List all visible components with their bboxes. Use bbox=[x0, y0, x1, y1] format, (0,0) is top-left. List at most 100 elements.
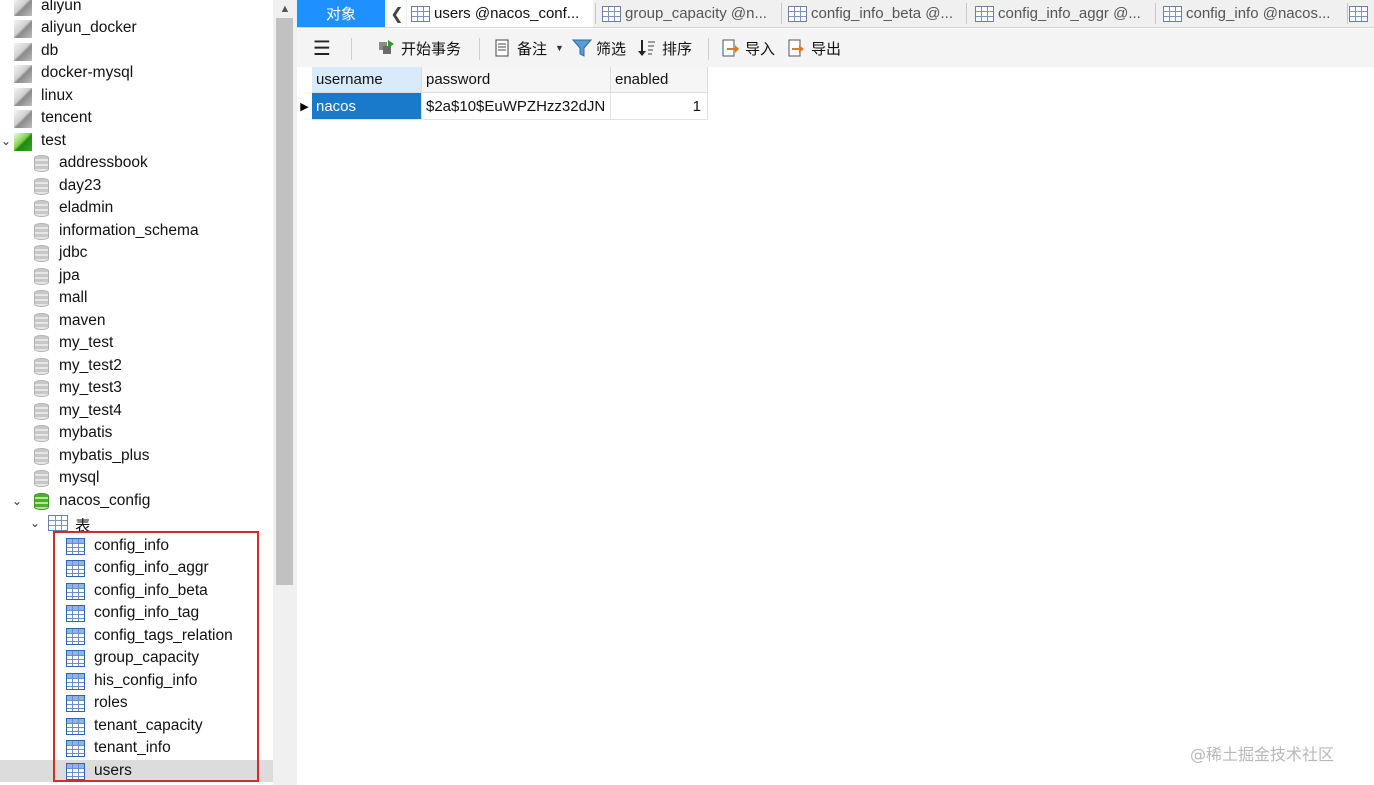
chevron-down-icon[interactable]: ▼ bbox=[555, 43, 564, 53]
column-header-enabled[interactable]: enabled bbox=[611, 67, 708, 93]
database-mybatis_plus[interactable]: mybatis_plus bbox=[0, 445, 273, 468]
table-icon bbox=[66, 717, 85, 735]
table-config_tags_relation[interactable]: config_tags_relation bbox=[0, 625, 273, 648]
table-icon bbox=[66, 627, 85, 645]
chevron-left-icon[interactable]: ❮ bbox=[388, 0, 406, 27]
tab-2[interactable]: group_capacity @n... bbox=[598, 0, 779, 27]
tab-bar: 对象 ❮ users @nacos_conf... group_capacity … bbox=[297, 0, 1374, 28]
import-button[interactable]: 导入 bbox=[721, 29, 775, 67]
data-grid[interactable]: username password enabled ▶ nacos $2a$10… bbox=[297, 67, 1374, 785]
database-icon bbox=[34, 267, 49, 285]
database-jdbc[interactable]: jdbc bbox=[0, 242, 273, 265]
scrollbar-thumb[interactable] bbox=[276, 18, 293, 585]
navigation-tree[interactable]: aliyun aliyun_docker db docker-mysql linux te… bbox=[0, 0, 273, 785]
cell-password[interactable]: $2a$10$EuWPZHzz32dJN bbox=[422, 93, 611, 120]
transaction-icon bbox=[377, 39, 395, 57]
database-mybatis[interactable]: mybatis bbox=[0, 422, 273, 445]
cell-enabled[interactable]: 1 bbox=[611, 93, 708, 120]
tab-4[interactable]: config_info_aggr @... bbox=[971, 0, 1153, 27]
export-button[interactable]: 导出 bbox=[787, 29, 841, 67]
tab-3[interactable]: config_info_beta @... bbox=[784, 0, 964, 27]
tables-folder[interactable]: ⌄ 表 bbox=[0, 512, 273, 535]
database-my_test[interactable]: my_test bbox=[0, 332, 273, 355]
current-row-marker-icon: ▶ bbox=[300, 101, 309, 113]
connection-aliyun[interactable]: aliyun bbox=[0, 0, 273, 17]
database-addressbook[interactable]: addressbook bbox=[0, 152, 273, 175]
tab-divider bbox=[595, 3, 596, 24]
table-config_info[interactable]: config_info bbox=[0, 535, 273, 558]
table-tenant_capacity[interactable]: tenant_capacity bbox=[0, 715, 273, 738]
connection-icon bbox=[14, 132, 32, 151]
watermark: @稀土掘金技术社区 bbox=[1190, 745, 1335, 764]
database-my_test3[interactable]: my_test3 bbox=[0, 377, 273, 400]
table-config_info_beta[interactable]: config_info_beta bbox=[0, 580, 273, 603]
chevron-down-icon[interactable]: ⌄ bbox=[29, 516, 41, 530]
database-icon bbox=[34, 357, 49, 375]
tab-overflow[interactable] bbox=[1349, 0, 1374, 27]
cell-username[interactable]: nacos bbox=[312, 93, 422, 120]
chevron-down-icon[interactable]: ⌄ bbox=[11, 494, 23, 508]
filter-button[interactable]: 筛选 bbox=[571, 29, 627, 67]
database-my_test2[interactable]: my_test2 bbox=[0, 355, 273, 378]
table-users[interactable]: users bbox=[0, 759, 273, 782]
database-eladmin[interactable]: eladmin bbox=[0, 197, 273, 220]
tab-5[interactable]: config_info @nacos... bbox=[1159, 0, 1345, 27]
table-his_config_info[interactable]: his_config_info bbox=[0, 670, 273, 693]
column-header-password[interactable]: password bbox=[422, 67, 611, 93]
tab-divider bbox=[781, 3, 782, 24]
connection-aliyun_docker[interactable]: aliyun_docker bbox=[0, 17, 273, 40]
tree-item-label: his_config_info bbox=[94, 671, 198, 689]
begin-transaction-button[interactable]: 开始事务 bbox=[377, 29, 461, 67]
tree-item-label: users bbox=[94, 761, 132, 779]
database-maven[interactable]: maven bbox=[0, 310, 273, 333]
connection-db[interactable]: db bbox=[0, 40, 273, 63]
tab-1[interactable]: users @nacos_conf... bbox=[407, 0, 593, 27]
database-icon bbox=[34, 335, 49, 352]
tree-item-label: my_test3 bbox=[59, 379, 122, 396]
begin-transaction-label: 开始事务 bbox=[401, 40, 462, 58]
database-nacos_config[interactable]: ⌄ nacos_config bbox=[0, 490, 273, 513]
table-icon bbox=[602, 5, 621, 22]
filter-icon bbox=[571, 39, 593, 57]
tab-divider bbox=[966, 3, 967, 24]
table-config_info_tag[interactable]: config_info_tag bbox=[0, 602, 273, 625]
tree-scrollbar[interactable]: ▲ bbox=[273, 0, 297, 785]
column-header-username[interactable]: username bbox=[312, 67, 422, 93]
tree-item-label: config_tags_relation bbox=[94, 626, 233, 644]
database-mysql[interactable]: mysql bbox=[0, 467, 273, 490]
toolbar-divider bbox=[479, 38, 480, 60]
database-icon bbox=[34, 492, 49, 510]
tree-item-label: config_info bbox=[94, 536, 169, 554]
database-my_test4[interactable]: my_test4 bbox=[0, 400, 273, 423]
table-group_capacity[interactable]: group_capacity bbox=[0, 647, 273, 670]
connection-test[interactable]: ⌄ test bbox=[0, 130, 273, 153]
database-jpa[interactable]: jpa bbox=[0, 265, 273, 288]
database-mall[interactable]: mall bbox=[0, 287, 273, 310]
tree-item-label: aliyun_docker bbox=[41, 19, 137, 36]
table-tenant_info[interactable]: tenant_info bbox=[0, 737, 273, 760]
tree-item-label: addressbook bbox=[59, 154, 148, 171]
tree-item-label: group_capacity bbox=[94, 649, 200, 666]
database-information_schema[interactable]: information_schema bbox=[0, 220, 273, 243]
sort-icon bbox=[638, 39, 656, 57]
table-roles[interactable]: roles bbox=[0, 692, 273, 715]
scroll-up-icon[interactable]: ▲ bbox=[273, 0, 297, 18]
connection-docker-mysql[interactable]: docker-mysql bbox=[0, 62, 273, 85]
database-icon bbox=[34, 245, 49, 262]
tree-item-label: mall bbox=[59, 289, 88, 306]
tab-objects[interactable]: 对象 bbox=[297, 0, 385, 27]
table-icon bbox=[975, 5, 994, 22]
connection-linux[interactable]: linux bbox=[0, 85, 273, 108]
tree-item-label: test bbox=[41, 131, 66, 149]
tree-item-label: tenant_capacity bbox=[94, 716, 203, 734]
table-config_info_aggr[interactable]: config_info_aggr bbox=[0, 557, 273, 580]
database-icon bbox=[34, 222, 49, 240]
filter-label: 筛选 bbox=[596, 40, 627, 58]
connection-tencent[interactable]: tencent bbox=[0, 107, 273, 130]
menu-button[interactable]: ☰ bbox=[313, 29, 331, 67]
memo-button[interactable]: 备注 ▼ bbox=[493, 29, 564, 67]
database-day23[interactable]: day23 bbox=[0, 175, 273, 198]
table-icon bbox=[66, 740, 85, 757]
chevron-down-icon[interactable]: ⌄ bbox=[0, 134, 12, 148]
sort-button[interactable]: 排序 bbox=[638, 29, 692, 67]
